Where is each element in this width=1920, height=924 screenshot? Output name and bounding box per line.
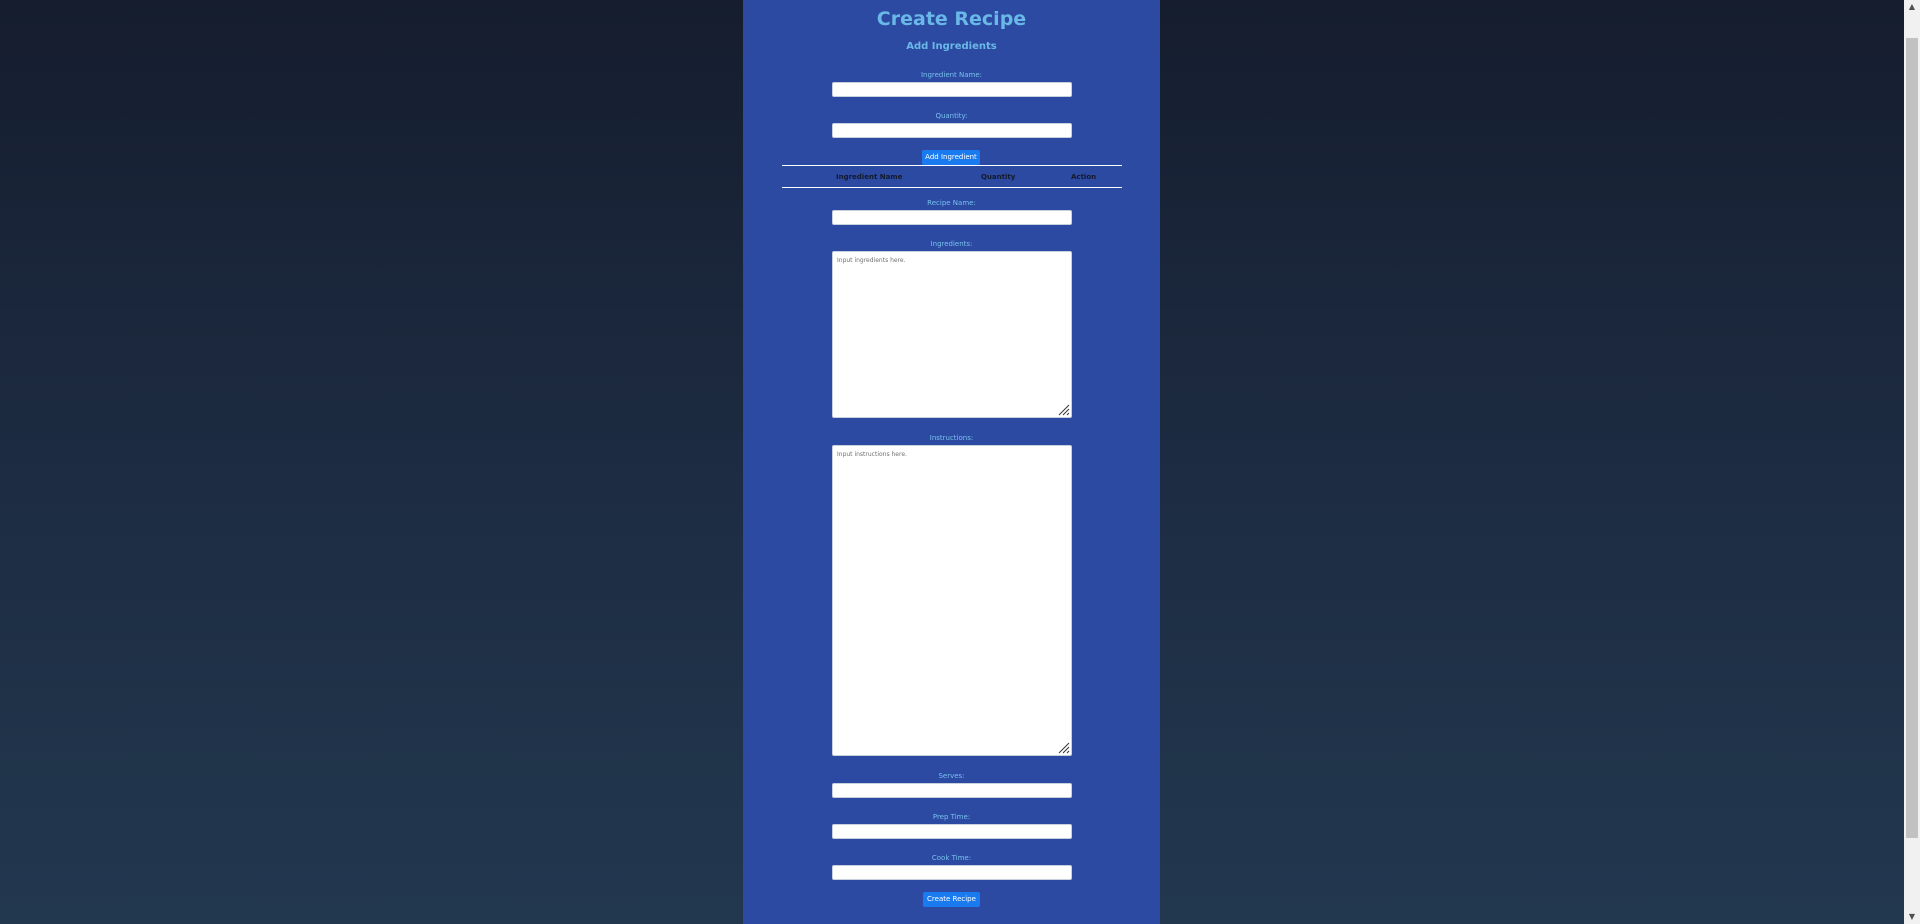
ingredients-label: Ingredients: [930, 240, 973, 248]
cook-time-label: Cook Time: [931, 854, 972, 862]
ingredients-placeholder: Input ingredients here. [837, 257, 906, 264]
resize-grip-icon[interactable] [1058, 742, 1070, 754]
instructions-label: Instructions: [929, 434, 974, 442]
chevron-down-icon[interactable]: ▼ [1904, 910, 1920, 924]
quantity-input[interactable] [832, 123, 1072, 138]
resize-grip-icon[interactable] [1058, 404, 1070, 416]
table-header-ingredient-name: Ingredient Name [836, 173, 903, 181]
ingredients-table: Ingredient Name Quantity Action [782, 165, 1122, 188]
add-ingredient-button[interactable]: Add Ingredient [922, 150, 980, 165]
serves-input[interactable] [832, 783, 1072, 798]
ingredient-name-input[interactable] [832, 82, 1072, 97]
chevron-up-icon[interactable]: ▲ [1904, 0, 1920, 14]
recipe-name-label: Recipe Name: [927, 199, 976, 207]
quantity-label: Quantity: [935, 112, 968, 120]
prep-time-label: Prep Time: [932, 813, 971, 821]
prep-time-input[interactable] [832, 824, 1072, 839]
add-ingredients-heading: Add Ingredients [906, 41, 997, 52]
scrollbar-thumb[interactable] [1906, 38, 1918, 838]
ingredient-name-label: Ingredient Name: [920, 71, 983, 79]
page-title: Create Recipe [876, 8, 1027, 30]
cook-time-input[interactable] [832, 865, 1072, 880]
create-recipe-button[interactable]: Create Recipe [923, 892, 980, 907]
instructions-placeholder: Input instructions here. [837, 451, 907, 458]
table-header-quantity: Quantity [981, 173, 1016, 181]
serves-label: Serves: [938, 772, 965, 780]
ingredients-textarea[interactable]: Input ingredients here. [832, 251, 1072, 418]
recipe-name-input[interactable] [832, 210, 1072, 225]
instructions-textarea[interactable]: Input instructions here. [832, 445, 1072, 756]
table-header-action: Action [1071, 173, 1097, 181]
vertical-scrollbar[interactable]: ▲ ▼ [1904, 0, 1920, 924]
recipe-form-panel: Create Recipe Add Ingredients Ingredient… [743, 0, 1160, 924]
